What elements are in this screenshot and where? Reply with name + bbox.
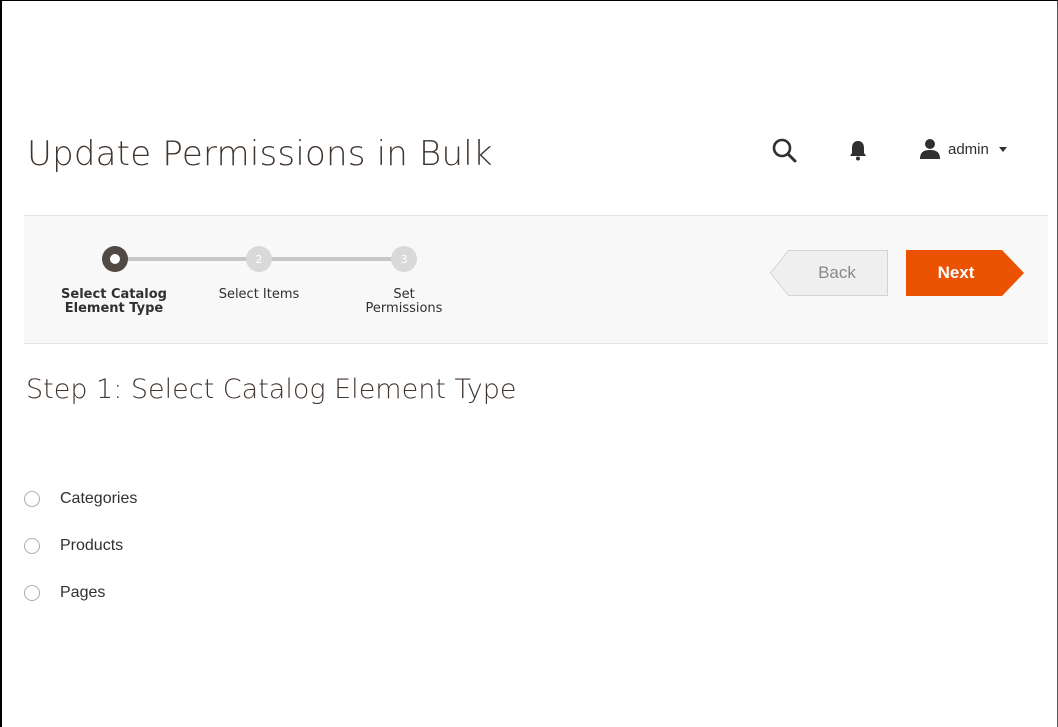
step-2-indicator: 2	[246, 246, 272, 272]
page-title: Update Permissions in Bulk	[27, 134, 493, 174]
element-type-radio-group: Categories Products Pages	[24, 487, 137, 628]
step-2-label: Select Items	[194, 288, 324, 302]
chevron-down-icon	[998, 146, 1007, 152]
step-label-line: Permissions	[365, 301, 443, 316]
radio-label: Categories	[60, 490, 138, 507]
step-3-label: Set Permissions	[339, 288, 469, 316]
radio-option-products[interactable]: Products	[24, 534, 137, 558]
radio-label: Pages	[60, 584, 106, 601]
wizard-progress-bar: 2 3 Select Catalog Element Type Select I…	[24, 215, 1048, 344]
search-icon[interactable]	[770, 137, 800, 165]
step-label-line: Set	[393, 287, 415, 302]
step-connector	[116, 257, 256, 261]
step-number: 2	[255, 252, 263, 266]
radio-button[interactable]	[24, 491, 40, 507]
window-frame	[0, 0, 1058, 727]
step-label-line: Element Type	[64, 301, 164, 316]
radio-button[interactable]	[24, 538, 40, 554]
step-1-indicator	[102, 246, 128, 272]
step-label-line: Select Items	[218, 287, 300, 302]
back-button[interactable]: Back	[770, 250, 888, 296]
next-button[interactable]: Next	[906, 250, 1024, 296]
step-heading: Step 1: Select Catalog Element Type	[26, 374, 517, 405]
user-icon	[918, 137, 942, 161]
user-name: admin	[948, 140, 989, 158]
radio-label: Products	[60, 537, 124, 554]
radio-option-categories[interactable]: Categories	[24, 487, 137, 511]
step-connector	[270, 257, 410, 261]
bell-icon[interactable]	[847, 138, 869, 162]
step-3-indicator: 3	[391, 246, 417, 272]
step-label-line: Select Catalog	[61, 287, 167, 302]
step-1-label: Select Catalog Element Type	[44, 288, 184, 316]
user-menu[interactable]: admin	[918, 136, 1007, 162]
step-number: 3	[400, 252, 408, 266]
radio-option-pages[interactable]: Pages	[24, 581, 137, 605]
radio-button[interactable]	[24, 585, 40, 601]
